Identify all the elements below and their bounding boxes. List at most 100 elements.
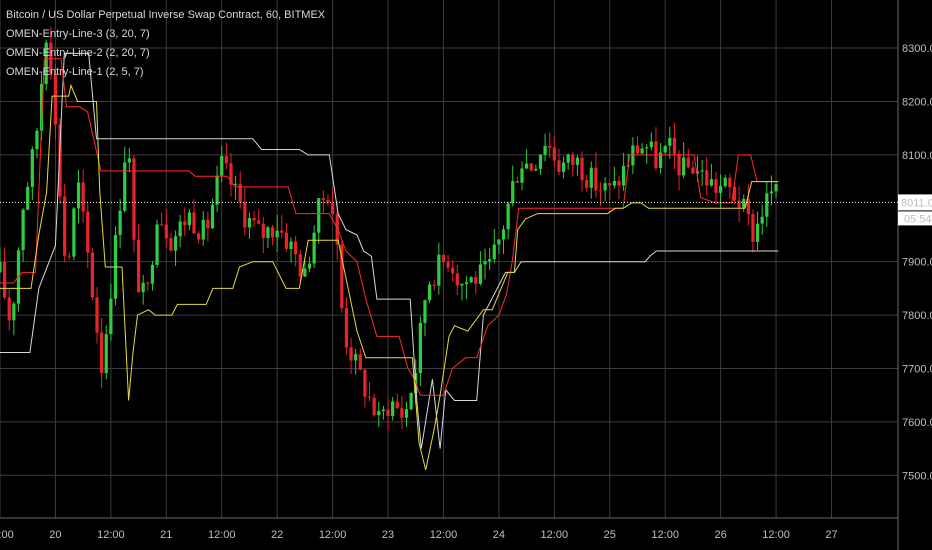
y-tick-label: 8100.0: [902, 150, 932, 162]
candle-body: [598, 190, 603, 192]
candle-body: [437, 254, 441, 286]
legend-entry-line-1[interactable]: OMEN-Entry-Line-1 (2, 5, 7): [6, 63, 325, 82]
candle-body: [164, 224, 168, 239]
candle-body: [751, 214, 755, 242]
candle-body: [118, 210, 122, 235]
candle-body: [7, 297, 11, 321]
candle-body: [663, 145, 667, 153]
candle-body: [372, 397, 376, 416]
candle-body: [506, 203, 510, 230]
candle-body: [520, 168, 524, 183]
candle-body: [645, 147, 649, 149]
candle-body: [363, 369, 367, 397]
candle-body: [474, 277, 478, 284]
candle-body: [160, 224, 164, 226]
candle-body: [35, 130, 39, 150]
candle-body: [497, 239, 501, 245]
x-tick-label: 12:00: [541, 529, 569, 541]
candle-body: [561, 162, 566, 172]
candle-body: [391, 401, 395, 416]
candle-body: [30, 149, 34, 187]
candle-body: [192, 212, 196, 234]
candle-body: [737, 200, 741, 208]
candle-body: [501, 229, 506, 240]
candle-body: [755, 223, 760, 242]
candle-body: [557, 160, 561, 172]
candle-body: [538, 154, 543, 169]
x-tick-label: 12:00: [319, 529, 347, 541]
candle-body: [284, 232, 289, 249]
last-price-label: 8011.0: [901, 197, 932, 209]
candle-body: [511, 181, 515, 204]
candle-body: [123, 162, 127, 211]
candle-body: [395, 401, 399, 409]
candle-body: [243, 202, 247, 228]
candle-body: [580, 157, 584, 181]
y-tick-label: 7700.0: [902, 363, 932, 375]
candle-body: [150, 264, 155, 284]
candle-body: [76, 182, 81, 209]
candle-body: [608, 183, 612, 186]
candle-body: [206, 219, 210, 229]
y-tick-label: 7500.0: [902, 470, 932, 482]
candle-body: [155, 224, 159, 265]
candle-body: [432, 284, 436, 286]
candle-body: [478, 264, 483, 284]
candle-body: [367, 396, 372, 398]
series-line-2: [0, 58, 779, 396]
legend-entry-line-2[interactable]: OMEN-Entry-Line-2 (2, 20, 7): [6, 44, 325, 63]
candle-body: [418, 322, 422, 374]
candle-body: [187, 212, 192, 226]
x-tick-label: 24: [493, 529, 505, 541]
x-tick-label: 22: [271, 529, 283, 541]
candle-body: [100, 332, 104, 374]
candle-body: [0, 261, 2, 273]
candle-body: [136, 239, 141, 293]
candle-body: [585, 180, 589, 188]
candle-body: [603, 183, 607, 191]
candle-body: [719, 186, 723, 193]
legend-entry-line-3[interactable]: OMEN-Entry-Line-3 (3, 20, 7): [6, 25, 325, 44]
candle-body: [210, 204, 215, 229]
candle-body: [529, 163, 533, 171]
chart-root: 8300.0 8200.0 8100.0 7900.0 7800.0 7700.0 7600…: [0, 0, 932, 550]
candle-body: [104, 334, 108, 374]
candle-body: [321, 198, 325, 201]
candle-body: [774, 184, 778, 192]
candle-body: [26, 186, 30, 210]
candle-body: [266, 227, 270, 239]
candle-body: [589, 167, 593, 188]
candle-body: [386, 409, 390, 416]
x-tick-label: 12:00: [651, 529, 679, 541]
candle-body: [400, 408, 404, 418]
candle-body: [280, 230, 284, 233]
candle-body: [635, 145, 640, 154]
candle-body: [640, 148, 644, 154]
candle-body: [594, 167, 598, 191]
candle-body: [178, 221, 182, 237]
candle-body: [492, 244, 496, 260]
candle-body: [631, 145, 635, 166]
candle-body: [709, 179, 713, 186]
x-tick-label: 27: [825, 529, 837, 541]
x-tick-label: 12:00: [97, 529, 125, 541]
candle-body: [312, 232, 316, 264]
candle-body: [691, 167, 695, 174]
candle-body: [682, 157, 686, 176]
candle-body: [220, 156, 224, 176]
candle-body: [649, 141, 653, 148]
candle-body: [469, 277, 473, 283]
candle-body: [543, 145, 547, 155]
candle-body: [571, 154, 575, 165]
candle-body: [21, 209, 25, 251]
price-chart[interactable]: 8300.0 8200.0 8100.0 7900.0 7800.0 7700.0 7600…: [0, 0, 932, 550]
candle-body: [12, 303, 16, 321]
candle-body: [344, 308, 349, 348]
candle-body: [686, 157, 690, 168]
chart-title: Bitcoin / US Dollar Perpetual Inverse Sw…: [6, 9, 326, 21]
candle-body: [354, 354, 358, 361]
candle-body: [760, 216, 764, 224]
y-tick-label: 7800.0: [902, 310, 932, 322]
candle-body: [349, 347, 353, 361]
candle-body: [3, 261, 7, 298]
